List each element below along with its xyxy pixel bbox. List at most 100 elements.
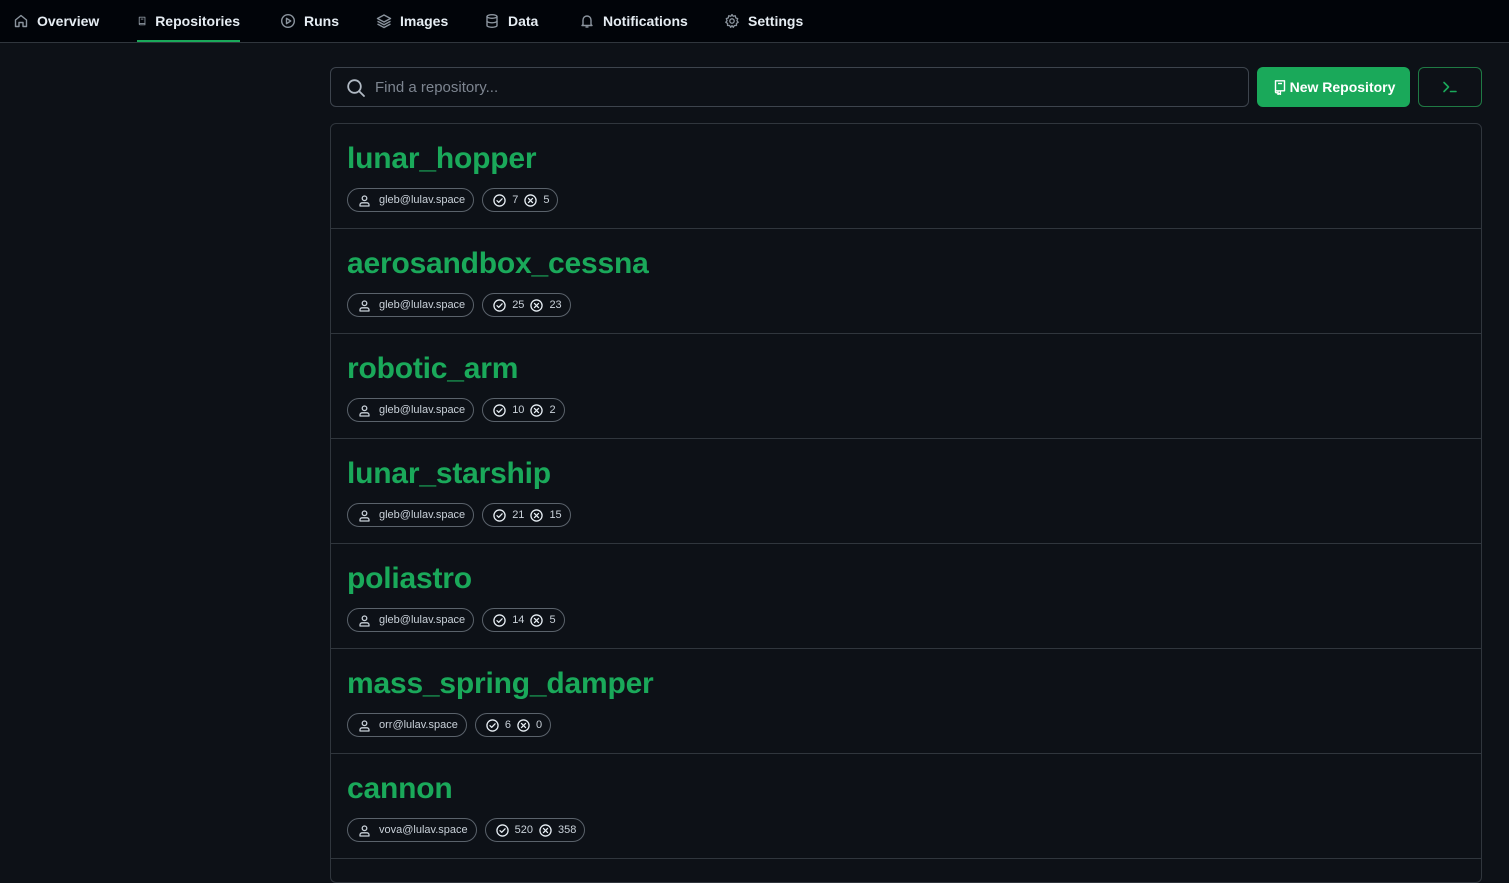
repository-name-link[interactable]: lunar_starship [347,457,551,491]
failed-count: 2 [549,404,556,416]
check-circle-icon [493,508,506,522]
repository-name-link[interactable]: aerosandbox_cessna [347,247,649,281]
nav-tab-runs[interactable]: Runs [280,0,339,42]
repository-row: poliastro gleb@lulav.space 14 5 [331,544,1481,649]
repository-row: mass_spring_damper orr@lulav.space 6 0 [331,649,1481,754]
repo-plus-icon [1274,80,1285,95]
run-status-badge: 21 15 [482,503,571,527]
new-repository-label: New Repository [1289,79,1396,95]
terminal-button[interactable] [1418,67,1482,107]
passed-count: 6 [504,719,511,731]
check-circle-icon [486,718,499,732]
owner-email: gleb@lulav.space [379,509,466,521]
repository-badges: gleb@lulav.space 10 2 [347,398,573,422]
owner-badge: vova@lulav.space [347,818,477,842]
user-icon [359,824,370,837]
nav-tab-label: Runs [304,13,339,29]
nav-tab-label: Repositories [155,13,240,29]
owner-email: gleb@lulav.space [379,404,466,416]
run-status-badge: 14 5 [482,608,565,632]
x-circle-icon [530,613,544,627]
repository-row: aerosandbox_cessna gleb@lulav.space 25 2… [331,229,1481,334]
repository-list: lunar_hopper gleb@lulav.space 7 5 aerosa… [330,123,1482,883]
repository-row: robotic_arm gleb@lulav.space 10 2 [331,334,1481,439]
terminal-icon [1443,81,1457,93]
owner-badge: gleb@lulav.space [347,188,475,212]
repo-search-input[interactable] [375,68,1235,106]
repository-badges: gleb@lulav.space 21 15 [347,503,579,527]
failed-count: 5 [543,194,550,206]
top-navigation: Overview Repositories Runs Images Data N… [0,0,1509,43]
owner-email: gleb@lulav.space [379,194,466,206]
gear-icon [725,13,739,28]
repository-name-link[interactable]: poliastro [347,562,472,596]
check-circle-icon [493,403,506,417]
nav-tab-label: Data [508,13,539,29]
owner-email: orr@lulav.space [379,719,458,731]
owner-email: gleb@lulav.space [379,299,466,311]
new-repository-button[interactable]: New Repository [1257,67,1410,107]
failed-count: 358 [557,824,577,836]
repository-row: lunar_starship gleb@lulav.space 21 15 [331,439,1481,544]
nav-tab-label: Images [400,13,449,29]
nav-tab-label: Settings [748,13,804,29]
repository-badges: vova@lulav.space 520 358 [347,818,593,842]
owner-badge: gleb@lulav.space [347,503,475,527]
passed-count: 520 [514,824,533,836]
repository-badges: gleb@lulav.space 25 23 [347,293,579,317]
database-icon [486,14,498,29]
bell-icon [581,15,593,28]
nav-tab-data[interactable]: Data [484,0,538,42]
user-icon [359,509,370,522]
passed-count: 25 [512,299,525,311]
nav-tab-label: Notifications [603,13,688,29]
passed-count: 21 [512,509,525,521]
repository-name-link[interactable]: mass_spring_damper [347,667,654,701]
repo-search-box [330,67,1249,107]
repository-name-link[interactable]: robotic_arm [347,352,518,386]
failed-count: 5 [549,614,556,626]
x-circle-icon [530,403,544,417]
nav-tab-repositories[interactable]: Repositories [137,0,240,42]
user-icon [359,614,370,627]
play-icon [280,13,296,29]
repository-badges: orr@lulav.space 6 0 [347,713,559,737]
repository-badges: gleb@lulav.space 7 5 [347,188,566,212]
check-circle-icon [493,613,506,627]
user-icon [359,719,370,732]
run-status-badge: 6 0 [474,713,552,737]
user-icon [359,299,370,312]
x-circle-icon [539,823,552,837]
repository-name-link[interactable]: lunar_hopper [347,142,536,176]
owner-badge: gleb@lulav.space [347,398,475,422]
repository-badges: gleb@lulav.space 14 5 [347,608,573,632]
run-status-badge: 520 358 [484,818,586,842]
repository-name-link[interactable]: cannon [347,772,453,806]
user-icon [359,194,370,207]
owner-badge: orr@lulav.space [347,713,467,737]
nav-tab-settings[interactable]: Settings [724,0,803,42]
x-circle-icon [530,298,544,312]
passed-count: 10 [512,404,525,416]
repository-row: lunar_hopper gleb@lulav.space 7 5 [331,124,1481,229]
run-status-badge: 7 5 [482,188,559,212]
nav-tab-label: Overview [37,13,100,29]
failed-count: 0 [535,719,543,731]
nav-tab-images[interactable]: Images [376,0,448,42]
layers-icon [376,14,392,29]
x-circle-icon [517,718,530,732]
owner-email: vova@lulav.space [379,824,468,836]
run-status-badge: 10 2 [482,398,565,422]
x-circle-icon [524,193,538,207]
home-icon [14,14,28,28]
nav-tab-notifications[interactable]: Notifications [579,0,688,42]
owner-badge: gleb@lulav.space [347,293,475,317]
check-circle-icon [493,193,506,207]
nav-tab-overview[interactable]: Overview [13,0,99,42]
owner-email: gleb@lulav.space [379,614,466,626]
passed-count: 14 [512,614,525,626]
check-circle-icon [493,298,506,312]
failed-count: 23 [549,299,562,311]
repository-row: cannon vova@lulav.space 520 358 [331,754,1481,859]
x-circle-icon [530,508,544,522]
